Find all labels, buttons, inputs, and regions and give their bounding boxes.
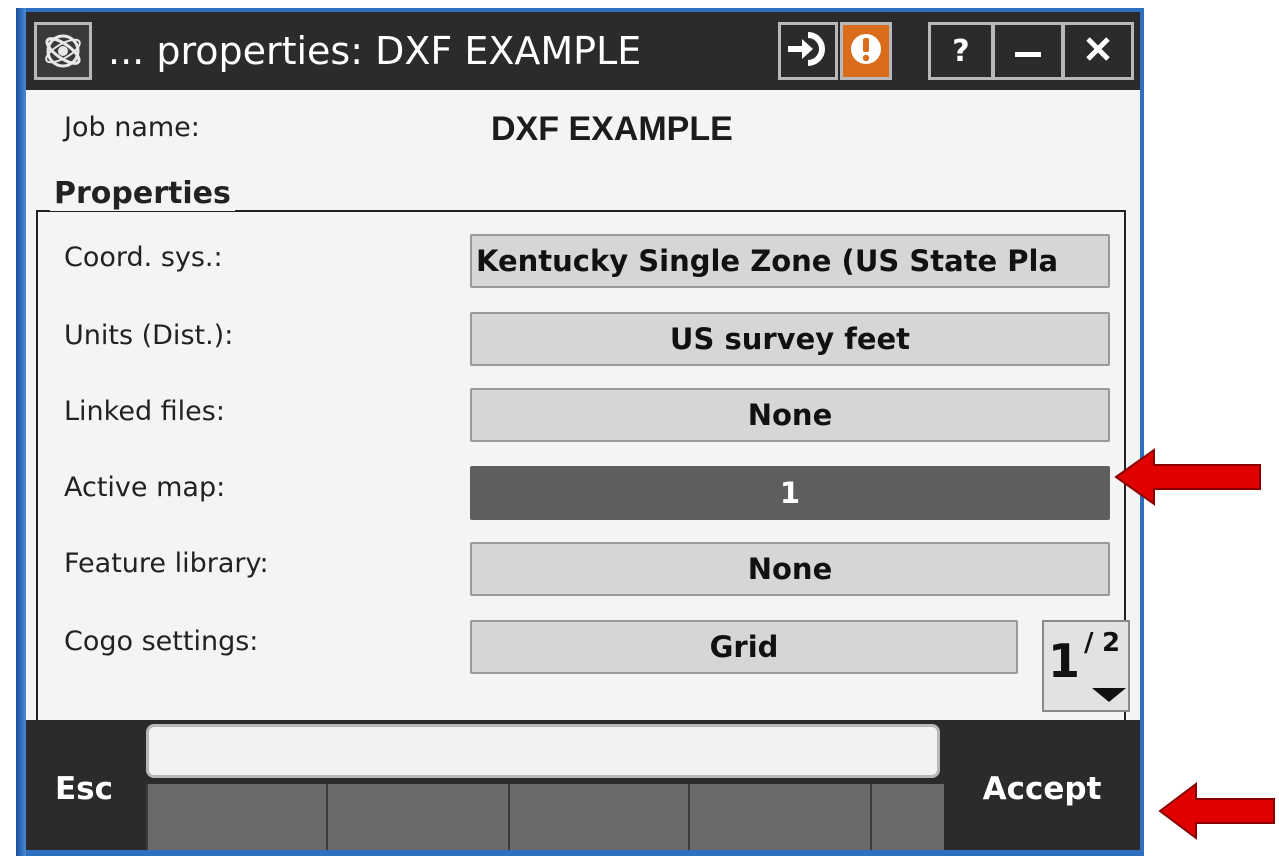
softkey-3[interactable] [508, 784, 688, 850]
active-map-button[interactable]: 1 [470, 466, 1110, 520]
arrow-into-icon [786, 31, 830, 71]
annotation-arrow-accept [1158, 782, 1275, 840]
units-button[interactable]: US survey feet [470, 312, 1110, 366]
close-icon [1083, 34, 1113, 68]
feature-library-label: Feature library: [64, 548, 269, 579]
accept-button[interactable]: Accept [944, 728, 1140, 850]
linked-files-label: Linked files: [64, 396, 225, 427]
softkey-5[interactable] [870, 784, 944, 850]
active-map-label: Active map: [64, 472, 226, 503]
annotation-arrow-active-map [1114, 448, 1261, 506]
alert-button[interactable] [840, 22, 892, 80]
properties-group-title: Properties [50, 176, 235, 211]
coord-sys-button[interactable]: Kentucky Single Zone (US State Pla [470, 234, 1110, 288]
cogo-settings-label: Cogo settings: [64, 626, 259, 657]
job-name-value: DXF EXAMPLE [491, 110, 733, 148]
softkey-bar: Esc Accept [26, 720, 1140, 850]
window-title: ... properties: DXF EXAMPLE [108, 29, 642, 73]
pager-current: 1 [1048, 634, 1081, 688]
softkey-1[interactable] [146, 784, 326, 850]
trimble-globe-icon[interactable] [34, 22, 92, 80]
linked-files-button[interactable]: None [470, 388, 1110, 442]
title-bar: ... properties: DXF EXAMPLE ? [26, 12, 1140, 90]
page-down-button[interactable]: 1 / 2 [1042, 620, 1130, 712]
properties-window: ... properties: DXF EXAMPLE ? Job name: … [26, 12, 1140, 850]
minimize-button[interactable] [992, 22, 1064, 80]
pager-total: 2 [1102, 628, 1121, 658]
close-button[interactable] [1062, 22, 1134, 80]
softkey-4[interactable] [688, 784, 870, 850]
softkey-2[interactable] [326, 784, 508, 850]
feature-library-button[interactable]: None [470, 542, 1110, 596]
transfer-button[interactable] [778, 22, 838, 80]
minimize-icon [1013, 34, 1043, 68]
job-name-label: Job name: [64, 112, 200, 143]
window-frame-edge [16, 8, 26, 856]
esc-button[interactable]: Esc [26, 728, 142, 850]
exclamation-circle-icon [848, 31, 884, 71]
content-area: Job name: DXF EXAMPLE Properties Coord. … [26, 90, 1140, 730]
triangle-down-icon [1092, 688, 1126, 702]
coord-sys-label: Coord. sys.: [64, 242, 223, 273]
help-button[interactable]: ? [928, 22, 994, 80]
status-message-box [146, 724, 940, 778]
units-label: Units (Dist.): [64, 320, 234, 351]
cogo-settings-button[interactable]: Grid [470, 620, 1018, 674]
pager-separator: / [1084, 628, 1094, 658]
